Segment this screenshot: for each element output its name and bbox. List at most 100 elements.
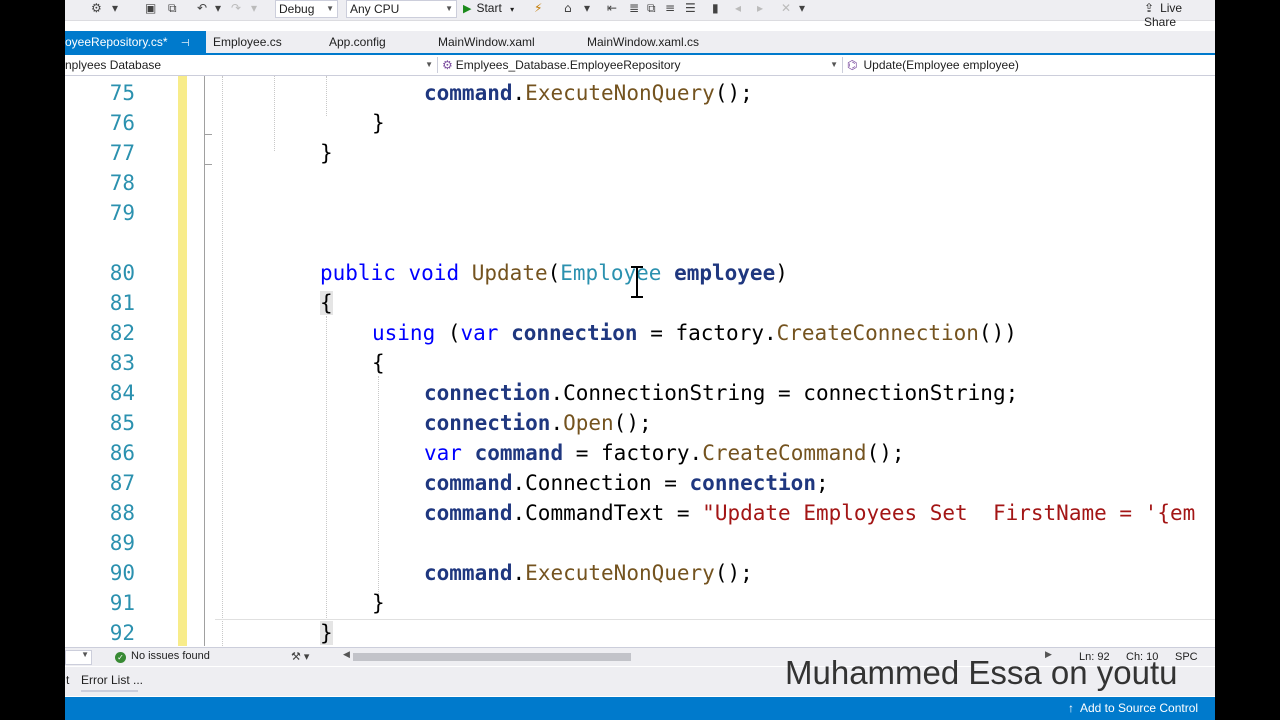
redo-dropdown-icon[interactable]: ▾: [251, 1, 257, 15]
matched-brace: {: [320, 291, 333, 315]
indent-guide: [274, 76, 275, 151]
tab-mainwindow-xaml[interactable]: MainWindow.xaml: [438, 31, 535, 53]
code-line-88: command.CommandText = "Update Employees …: [424, 501, 1195, 525]
issues-indicator[interactable]: ✓ No issues found: [115, 650, 210, 663]
class-value: Emplyees_Database.EmployeeRepository: [455, 58, 681, 72]
start-button[interactable]: ▶ Start ▾: [463, 0, 514, 16]
chevron-down-icon[interactable]: ▾: [510, 5, 514, 14]
member-dropdown[interactable]: ⌬ Update(Employee employee): [847, 56, 1215, 74]
code-line-91: }: [372, 591, 385, 615]
home-icon[interactable]: ⌂: [564, 1, 572, 15]
indent-icon[interactable]: ☰: [685, 1, 696, 15]
config-value: Debug: [279, 2, 315, 16]
identifier: connection: [424, 381, 551, 405]
line-number: 82: [109, 321, 135, 345]
error-list-tab[interactable]: Error List ...: [81, 673, 143, 687]
tool-tab-partial[interactable]: t: [66, 673, 69, 687]
indent-guide: [222, 76, 223, 646]
method-name: CreateConnection: [776, 321, 979, 345]
undo-icon[interactable]: ↶: [197, 1, 207, 15]
matched-brace: }: [320, 621, 333, 645]
line-number: 75: [109, 81, 135, 105]
punct: ();: [866, 441, 905, 465]
line-number: 79: [109, 201, 135, 225]
zoom-combo[interactable]: ▼: [65, 650, 92, 665]
new-item-icon[interactable]: ⚙: [91, 1, 102, 15]
redo-icon[interactable]: ↷: [231, 1, 241, 15]
keyword: using: [372, 321, 436, 345]
line-number: 89: [109, 531, 135, 555]
identifier: connection: [511, 321, 638, 345]
punct: .: [512, 561, 526, 585]
punct: ): [775, 261, 788, 285]
class-dropdown[interactable]: ⚙ Emplyees_Database.EmployeeRepository ▼: [442, 56, 840, 74]
prev-bookmark-icon[interactable]: ◂: [735, 1, 741, 15]
add-to-source-control-button[interactable]: ↑ Add to Source Control: [1068, 701, 1198, 715]
code-line-82: using (var connection = factory.CreateCo…: [372, 321, 1017, 345]
hot-reload-icon[interactable]: ⚡: [534, 1, 542, 15]
tab-label: oyeeRepository.cs*: [65, 35, 168, 49]
identifier: command: [424, 81, 513, 105]
comment-icon[interactable]: ≣: [629, 1, 639, 15]
share-icon: ⇪: [1144, 1, 1155, 15]
punct: [462, 441, 475, 465]
tab-label: Employee.cs: [213, 35, 282, 49]
tab-label: MainWindow.xaml.cs: [587, 35, 700, 49]
outdent-icon[interactable]: ≡: [665, 1, 675, 15]
dropdown-arrow-icon[interactable]: ▾: [584, 1, 590, 15]
uncomment-icon[interactable]: ⧉: [647, 1, 656, 16]
current-line-highlight: [215, 619, 1215, 620]
tab-employee[interactable]: Employee.cs: [213, 31, 282, 53]
indent-guide: [378, 376, 379, 596]
code-line-92: }: [320, 621, 333, 645]
code-line-80: public void Update(Employee employee): [320, 261, 788, 285]
code-cleanup-icon[interactable]: ⚒ ▾: [291, 650, 309, 663]
punct: ()): [978, 321, 1017, 345]
project-dropdown[interactable]: nplyees Database ▼: [65, 56, 435, 74]
tab-employee-repository[interactable]: oyeeRepository.cs* ⊣ ✕: [65, 31, 206, 73]
save-icon[interactable]: ▣: [145, 1, 156, 15]
line-number: 76: [109, 111, 135, 135]
identifier: connection: [424, 411, 551, 435]
whitespace-indicator: SPC: [1175, 651, 1198, 663]
scroll-left-icon[interactable]: ◀: [343, 649, 350, 660]
horizontal-scrollbar-thumb[interactable]: [353, 653, 631, 661]
clear-bookmark-icon[interactable]: ✕: [781, 1, 791, 15]
chevron-down-icon: ▼: [445, 4, 453, 13]
outlining-margin: [204, 76, 205, 646]
document-tabs: oyeeRepository.cs* ⊣ ✕ Employee.cs App.c…: [65, 31, 1215, 73]
method-name: Update: [471, 261, 548, 285]
punct: .Connection =: [512, 471, 690, 495]
keyword: var: [460, 321, 499, 345]
code-line-76: }: [372, 111, 385, 135]
dropdown-arrow-icon[interactable]: ▾: [112, 1, 118, 15]
config-combo[interactable]: Debug ▼: [275, 0, 338, 18]
method-name: CreateCommand: [702, 441, 867, 465]
punct: .ConnectionString = connectionString;: [550, 381, 1019, 405]
platform-combo[interactable]: Any CPU ▼: [346, 0, 457, 18]
undo-dropdown-icon[interactable]: ▾: [215, 1, 221, 15]
next-bookmark-icon[interactable]: ▸: [757, 1, 763, 15]
identifier: connection: [689, 471, 816, 495]
separator: [842, 57, 843, 73]
indent-guide: [326, 316, 327, 626]
tab-label: App.config: [329, 35, 386, 49]
save-all-icon[interactable]: ⧉: [168, 1, 177, 16]
live-share-button[interactable]: ⇪ Live Share: [1144, 1, 1215, 29]
project-value: nplyees Database: [65, 58, 162, 72]
chevron-down-icon: ▼: [326, 4, 334, 13]
toolbar-overflow-icon[interactable]: ▾: [799, 1, 805, 15]
method-name: ExecuteNonQuery: [525, 81, 715, 105]
bookmark-icon[interactable]: ▮: [712, 1, 719, 15]
tab-app-config[interactable]: App.config: [329, 31, 386, 53]
identifier: command: [424, 561, 513, 585]
line-number: 86: [109, 441, 135, 465]
code-line-81: {: [320, 291, 333, 315]
line-number: 88: [109, 501, 135, 525]
step-icon[interactable]: ⇤: [607, 1, 617, 15]
punct: ();: [714, 81, 753, 105]
pin-icon[interactable]: ⊣: [181, 38, 190, 49]
code-editor[interactable]: 75 76 77 78 79 80 81 82 83 84 85 86 87 8…: [65, 76, 1215, 646]
tab-mainwindow-xaml-cs[interactable]: MainWindow.xaml.cs: [587, 31, 699, 53]
code-line-77: }: [320, 141, 333, 165]
